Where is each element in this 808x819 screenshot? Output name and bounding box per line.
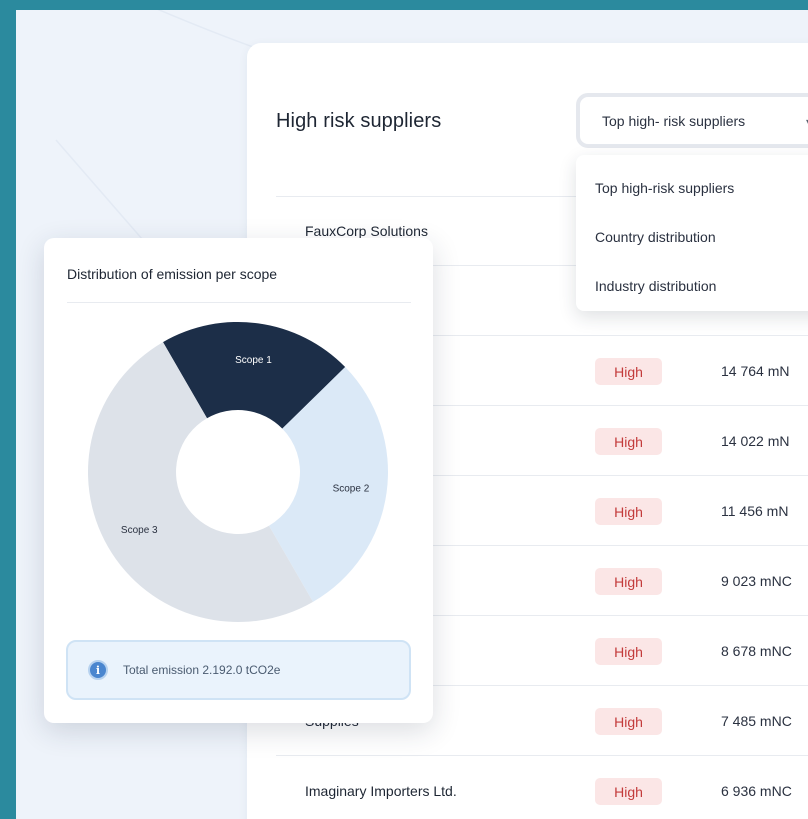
page-title: High risk suppliers <box>276 110 442 132</box>
donut-slice-label: Scope 1 <box>235 355 272 366</box>
risk-badge: High <box>595 428 662 455</box>
view-select[interactable]: Top high- risk suppliers ▾ <box>576 93 808 148</box>
risk-badge: High <box>595 778 662 805</box>
emission-value: 8 678 mNC <box>721 643 792 659</box>
emission-card: Distribution of emission per scope Scope… <box>44 238 433 723</box>
table-row[interactable]: Imaginary Importers Ltd. High 6 936 mNC <box>276 756 808 819</box>
emission-value: 14 022 mN <box>721 433 790 449</box>
view-select-menu: Top high-risk suppliers Country distribu… <box>576 155 808 311</box>
emission-value: 6 936 mNC <box>721 783 792 799</box>
supplier-name: FauxCorp Solutions <box>305 223 428 239</box>
emission-value: 11 456 mN <box>721 503 789 519</box>
menu-item-country-distribution[interactable]: Country distribution <box>576 212 808 261</box>
menu-item-industry-distribution[interactable]: Industry distribution <box>576 261 808 310</box>
emission-value: 7 485 mNC <box>721 713 792 729</box>
risk-badge: High <box>595 498 662 525</box>
total-emission-text: Total emission 2.192.0 tCO2e <box>123 663 281 677</box>
risk-badge: High <box>595 568 662 595</box>
emission-value: 14 764 mN <box>721 363 790 379</box>
menu-item-top-high-risk[interactable]: Top high-risk suppliers <box>576 163 808 212</box>
donut-slice-label: Scope 2 <box>333 483 370 494</box>
view-select-value: Top high- risk suppliers <box>602 112 746 129</box>
supplier-name: Imaginary Importers Ltd. <box>305 783 457 799</box>
risk-badge: High <box>595 358 662 385</box>
emission-donut-chart: Scope 1 Scope 2 Scope 3 <box>88 322 389 622</box>
emission-value: 9 023 mNC <box>721 573 792 589</box>
info-icon: i <box>88 660 108 680</box>
risk-badge: High <box>595 638 662 665</box>
risk-badge: High <box>595 708 662 735</box>
donut-slice-label: Scope 3 <box>121 525 158 536</box>
total-emission-box: i Total emission 2.192.0 tCO2e <box>66 640 411 700</box>
